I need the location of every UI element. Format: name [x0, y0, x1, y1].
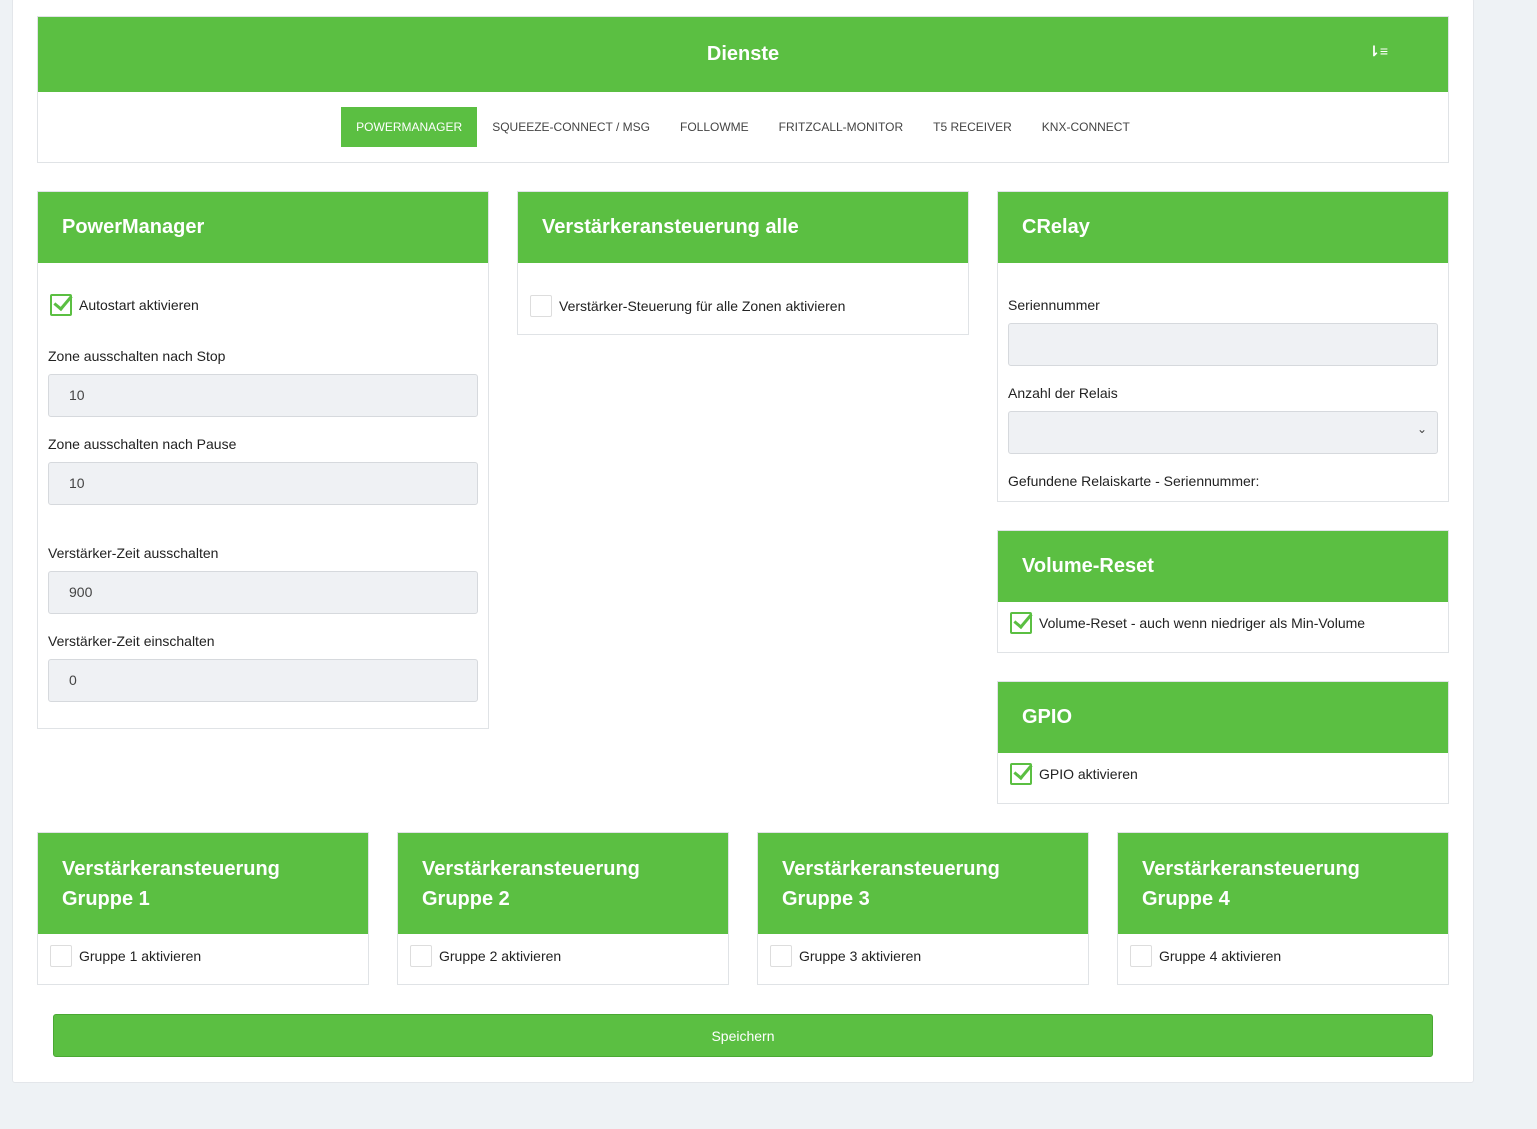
panel-title: Verstärkeransteuerung	[422, 857, 640, 880]
stop-input[interactable]: 10	[48, 374, 478, 417]
volume-reset-checkbox[interactable]: Volume-Reset - auch wenn niedriger als M…	[1010, 612, 1365, 634]
gpio-checkbox[interactable]: GPIO aktivieren	[1010, 763, 1138, 785]
panel-title: PowerManager	[38, 192, 488, 263]
page-title: Dienste	[706, 43, 780, 65]
panel-title: Verstärkeransteuerung	[62, 857, 280, 880]
chevron-down-icon: ⌄	[1416, 422, 1427, 436]
gpio-panel: GPIO GPIO aktivieren	[997, 681, 1449, 804]
checkbox-checked-icon	[50, 294, 72, 316]
checkbox-checked-icon	[1010, 612, 1032, 634]
serial-input[interactable]	[1008, 323, 1438, 366]
tab-fritzcall-monitor[interactable]: FRITZCALL-MONITOR	[764, 107, 918, 147]
group-1-panel: Verstärkeransteuerung Gruppe 1 Gruppe 1 a…	[37, 832, 369, 985]
checkbox-icon	[1130, 945, 1152, 967]
panel-subtitle: Gruppe 3	[782, 887, 870, 910]
tab-squeeze-connect[interactable]: SQUEEZE-CONNECT / MSG	[477, 107, 665, 147]
sort-icon[interactable]: ⇂≡	[1368, 43, 1388, 60]
services-header: Dienste ⇂≡	[38, 17, 1448, 92]
panel-subtitle: Gruppe 2	[422, 887, 510, 910]
tab-bar: POWERMANAGER SQUEEZE-CONNECT / MSG FOLLO…	[38, 107, 1448, 147]
panel-title: Verstärkeransteuerung	[782, 857, 1000, 880]
group-3-panel: Verstärkeransteuerung Gruppe 3 Gruppe 3 a…	[757, 832, 1089, 985]
group-4-panel: Verstärkeransteuerung Gruppe 4 Gruppe 4 a…	[1117, 832, 1449, 985]
checkbox-icon	[530, 295, 552, 317]
panel-title: Verstärkeransteuerung	[1142, 857, 1360, 880]
checkbox-label: Gruppe 4 aktivieren	[1159, 948, 1282, 964]
panel-subtitle: Gruppe 1	[62, 887, 150, 910]
checkbox-label: Verstärker-Steuerung für alle Zonen akti…	[559, 298, 846, 314]
panel-title: Volume-Reset	[998, 531, 1448, 602]
stop-label: Zone ausschalten nach Stop	[48, 348, 226, 364]
autostart-checkbox[interactable]: Autostart aktivieren	[50, 294, 199, 316]
volume-reset-panel: Volume-Reset Volume-Reset - auch wenn ni…	[997, 530, 1449, 653]
tab-followme[interactable]: FOLLOWME	[665, 107, 764, 147]
checkbox-label: Gruppe 1 aktivieren	[79, 948, 202, 964]
group-1-checkbox[interactable]: Gruppe 1 aktivieren	[50, 945, 201, 967]
crelay-panel: CRelay Seriennummer Anzahl der Relais ⌄ …	[997, 191, 1449, 502]
checkbox-label: GPIO aktivieren	[1039, 766, 1138, 782]
panel-subtitle: Gruppe 4	[1142, 887, 1230, 910]
group-4-checkbox[interactable]: Gruppe 4 aktivieren	[1130, 945, 1281, 967]
found-label: Gefundene Relaiskarte - Seriennummer:	[1008, 473, 1260, 489]
panel-title: CRelay	[998, 192, 1448, 263]
checkbox-icon	[410, 945, 432, 967]
checkbox-label: Gruppe 2 aktivieren	[439, 948, 562, 964]
save-button[interactable]: Speichern	[53, 1014, 1433, 1057]
powermanager-panel: PowerManager Autostart aktivieren Zone a…	[37, 191, 489, 729]
group-2-panel: Verstärkeransteuerung Gruppe 2 Gruppe 2 a…	[397, 832, 729, 985]
group-2-checkbox[interactable]: Gruppe 2 aktivieren	[410, 945, 561, 967]
tab-powermanager[interactable]: POWERMANAGER	[341, 107, 478, 147]
relays-label: Anzahl der Relais	[1008, 385, 1118, 401]
serial-label: Seriennummer	[1008, 297, 1100, 313]
amp-on-label: Verstärker-Zeit einschalten	[48, 633, 215, 649]
amp-on-input[interactable]: 0	[48, 659, 478, 702]
amp-off-input[interactable]: 900	[48, 571, 478, 614]
checkbox-label: Volume-Reset - auch wenn niedriger als M…	[1039, 615, 1366, 631]
panel-title: Verstärkeransteuerung alle	[518, 192, 968, 263]
amp-all-panel: Verstärkeransteuerung alle Verstärker-St…	[517, 191, 969, 335]
checkbox-icon	[50, 945, 72, 967]
amp-all-checkbox[interactable]: Verstärker-Steuerung für alle Zonen akti…	[530, 295, 845, 317]
pause-input[interactable]: 10	[48, 462, 478, 505]
checkbox-icon	[770, 945, 792, 967]
checkbox-checked-icon	[1010, 763, 1032, 785]
services-panel: Dienste ⇂≡ POWERMANAGER SQUEEZE-CONNECT …	[37, 16, 1449, 163]
relays-select[interactable]: ⌄	[1008, 411, 1438, 454]
amp-off-label: Verstärker-Zeit ausschalten	[48, 545, 219, 561]
tab-knx-connect[interactable]: KNX-CONNECT	[1027, 107, 1145, 147]
checkbox-label: Gruppe 3 aktivieren	[799, 948, 922, 964]
group-3-checkbox[interactable]: Gruppe 3 aktivieren	[770, 945, 921, 967]
checkbox-label: Autostart aktivieren	[79, 297, 199, 313]
tab-t5-receiver[interactable]: T5 RECEIVER	[918, 107, 1027, 147]
pause-label: Zone ausschalten nach Pause	[48, 436, 237, 452]
panel-title: GPIO	[998, 682, 1448, 753]
